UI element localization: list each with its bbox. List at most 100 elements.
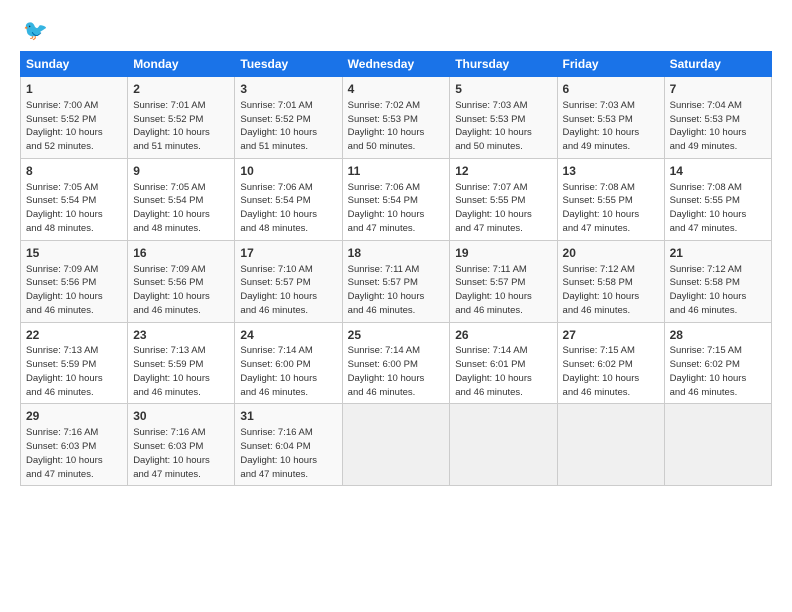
calendar-cell: 18Sunrise: 7:11 AM Sunset: 5:57 PM Dayli… [342, 240, 450, 322]
day-info: Sunrise: 7:10 AM Sunset: 5:57 PM Dayligh… [240, 263, 336, 318]
week-row-4: 22 Sunrise: 7:13 AM Sunset: 5:59 PM Dayli… [21, 322, 772, 404]
calendar-cell [450, 404, 557, 486]
day-number: 15 [26, 245, 122, 262]
calendar-cell: 11Sunrise: 7:06 AM Sunset: 5:54 PM Dayli… [342, 158, 450, 240]
calendar-cell: 31Sunrise: 7:16 AM Sunset: 6:04 PM Dayli… [235, 404, 342, 486]
calendar-cell [557, 404, 664, 486]
day-number: 8 [26, 163, 122, 180]
calendar-cell: 8Sunrise: 7:05 AM Sunset: 5:54 PM Daylig… [21, 158, 128, 240]
day-number: 11 [348, 163, 445, 180]
calendar-cell: 12Sunrise: 7:07 AM Sunset: 5:55 PM Dayli… [450, 158, 557, 240]
calendar-cell [342, 404, 450, 486]
day-info: Sunrise: 7:05 AM Sunset: 5:54 PM Dayligh… [26, 181, 122, 236]
day-number: 27 [563, 327, 659, 344]
calendar-cell: 2Sunrise: 7:01 AM Sunset: 5:52 PM Daylig… [128, 77, 235, 159]
day-info: Sunrise: 7:06 AM Sunset: 5:54 PM Dayligh… [240, 181, 336, 236]
day-number: 10 [240, 163, 336, 180]
calendar-cell: 17Sunrise: 7:10 AM Sunset: 5:57 PM Dayli… [235, 240, 342, 322]
day-info: Sunrise: 7:02 AM Sunset: 5:53 PM Dayligh… [348, 99, 445, 154]
day-number: 29 [26, 408, 122, 425]
day-info: Sunrise: 7:08 AM Sunset: 5:55 PM Dayligh… [563, 181, 659, 236]
calendar-cell: 25Sunrise: 7:14 AM Sunset: 6:00 PM Dayli… [342, 322, 450, 404]
day-number: 30 [133, 408, 229, 425]
calendar-cell: 5Sunrise: 7:03 AM Sunset: 5:53 PM Daylig… [450, 77, 557, 159]
weekday-friday: Friday [557, 52, 664, 77]
calendar-cell: 14Sunrise: 7:08 AM Sunset: 5:55 PM Dayli… [664, 158, 771, 240]
weekday-header-row: SundayMondayTuesdayWednesdayThursdayFrid… [21, 52, 772, 77]
day-info: Sunrise: 7:13 AM Sunset: 5:59 PM Dayligh… [133, 344, 229, 399]
day-number: 25 [348, 327, 445, 344]
day-info: Sunrise: 7:16 AM Sunset: 6:03 PM Dayligh… [133, 426, 229, 481]
day-info: Sunrise: 7:12 AM Sunset: 5:58 PM Dayligh… [563, 263, 659, 318]
calendar-cell: 26Sunrise: 7:14 AM Sunset: 6:01 PM Dayli… [450, 322, 557, 404]
calendar-cell: 23Sunrise: 7:13 AM Sunset: 5:59 PM Dayli… [128, 322, 235, 404]
calendar-cell: 4Sunrise: 7:02 AM Sunset: 5:53 PM Daylig… [342, 77, 450, 159]
day-info: Sunrise: 7:04 AM Sunset: 5:53 PM Dayligh… [670, 99, 766, 154]
day-info: Sunrise: 7:07 AM Sunset: 5:55 PM Dayligh… [455, 181, 551, 236]
day-info: Sunrise: 7:05 AM Sunset: 5:54 PM Dayligh… [133, 181, 229, 236]
day-number: 23 [133, 327, 229, 344]
day-number: 5 [455, 81, 551, 98]
calendar-cell: 30Sunrise: 7:16 AM Sunset: 6:03 PM Dayli… [128, 404, 235, 486]
calendar-cell: 13Sunrise: 7:08 AM Sunset: 5:55 PM Dayli… [557, 158, 664, 240]
day-number: 20 [563, 245, 659, 262]
weekday-thursday: Thursday [450, 52, 557, 77]
calendar-cell: 6Sunrise: 7:03 AM Sunset: 5:53 PM Daylig… [557, 77, 664, 159]
day-number: 21 [670, 245, 766, 262]
weekday-sunday: Sunday [21, 52, 128, 77]
day-info: Sunrise: 7:14 AM Sunset: 6:00 PM Dayligh… [240, 344, 336, 399]
day-number: 26 [455, 327, 551, 344]
day-number: 22 [26, 327, 122, 344]
day-info: Sunrise: 7:15 AM Sunset: 6:02 PM Dayligh… [670, 344, 766, 399]
calendar-cell: 16Sunrise: 7:09 AM Sunset: 5:56 PM Dayli… [128, 240, 235, 322]
calendar-cell: 19Sunrise: 7:11 AM Sunset: 5:57 PM Dayli… [450, 240, 557, 322]
day-number: 16 [133, 245, 229, 262]
day-number: 6 [563, 81, 659, 98]
calendar-cell: 7Sunrise: 7:04 AM Sunset: 5:53 PM Daylig… [664, 77, 771, 159]
day-info: Sunrise: 7:11 AM Sunset: 5:57 PM Dayligh… [455, 263, 551, 318]
day-info: Sunrise: 7:01 AM Sunset: 5:52 PM Dayligh… [240, 99, 336, 154]
day-number: 3 [240, 81, 336, 98]
day-number: 31 [240, 408, 336, 425]
calendar-cell: 10Sunrise: 7:06 AM Sunset: 5:54 PM Dayli… [235, 158, 342, 240]
day-number: 2 [133, 81, 229, 98]
day-info: Sunrise: 7:14 AM Sunset: 6:01 PM Dayligh… [455, 344, 551, 399]
weekday-tuesday: Tuesday [235, 52, 342, 77]
day-info: Sunrise: 7:01 AM Sunset: 5:52 PM Dayligh… [133, 99, 229, 154]
week-row-1: 1Sunrise: 7:00 AM Sunset: 5:52 PM Daylig… [21, 77, 772, 159]
day-info: Sunrise: 7:11 AM Sunset: 5:57 PM Dayligh… [348, 263, 445, 318]
day-number: 1 [26, 81, 122, 98]
calendar-cell: 29Sunrise: 7:16 AM Sunset: 6:03 PM Dayli… [21, 404, 128, 486]
day-info: Sunrise: 7:16 AM Sunset: 6:03 PM Dayligh… [26, 426, 122, 481]
calendar-cell: 21Sunrise: 7:12 AM Sunset: 5:58 PM Dayli… [664, 240, 771, 322]
day-info: Sunrise: 7:03 AM Sunset: 5:53 PM Dayligh… [455, 99, 551, 154]
weekday-wednesday: Wednesday [342, 52, 450, 77]
weekday-saturday: Saturday [664, 52, 771, 77]
day-number: 13 [563, 163, 659, 180]
calendar-cell: 15Sunrise: 7:09 AM Sunset: 5:56 PM Dayli… [21, 240, 128, 322]
calendar-table: SundayMondayTuesdayWednesdayThursdayFrid… [20, 51, 772, 486]
logo-bird-icon: 🐦 [23, 18, 48, 43]
day-number: 9 [133, 163, 229, 180]
day-info: Sunrise: 7:15 AM Sunset: 6:02 PM Dayligh… [563, 344, 659, 399]
day-number: 24 [240, 327, 336, 344]
calendar-cell: 27Sunrise: 7:15 AM Sunset: 6:02 PM Dayli… [557, 322, 664, 404]
day-info: Sunrise: 7:03 AM Sunset: 5:53 PM Dayligh… [563, 99, 659, 154]
day-number: 4 [348, 81, 445, 98]
weekday-monday: Monday [128, 52, 235, 77]
day-number: 28 [670, 327, 766, 344]
calendar-cell: 22Sunrise: 7:13 AM Sunset: 5:59 PM Dayli… [21, 322, 128, 404]
header: 🐦 [20, 18, 772, 43]
calendar-cell: 24Sunrise: 7:14 AM Sunset: 6:00 PM Dayli… [235, 322, 342, 404]
week-row-5: 29Sunrise: 7:16 AM Sunset: 6:03 PM Dayli… [21, 404, 772, 486]
week-row-2: 8Sunrise: 7:05 AM Sunset: 5:54 PM Daylig… [21, 158, 772, 240]
day-number: 19 [455, 245, 551, 262]
day-info: Sunrise: 7:12 AM Sunset: 5:58 PM Dayligh… [670, 263, 766, 318]
day-number: 17 [240, 245, 336, 262]
day-info: Sunrise: 7:14 AM Sunset: 6:00 PM Dayligh… [348, 344, 445, 399]
day-info: Sunrise: 7:08 AM Sunset: 5:55 PM Dayligh… [670, 181, 766, 236]
day-number: 18 [348, 245, 445, 262]
calendar-cell: 9Sunrise: 7:05 AM Sunset: 5:54 PM Daylig… [128, 158, 235, 240]
day-info: Sunrise: 7:06 AM Sunset: 5:54 PM Dayligh… [348, 181, 445, 236]
day-number: 12 [455, 163, 551, 180]
